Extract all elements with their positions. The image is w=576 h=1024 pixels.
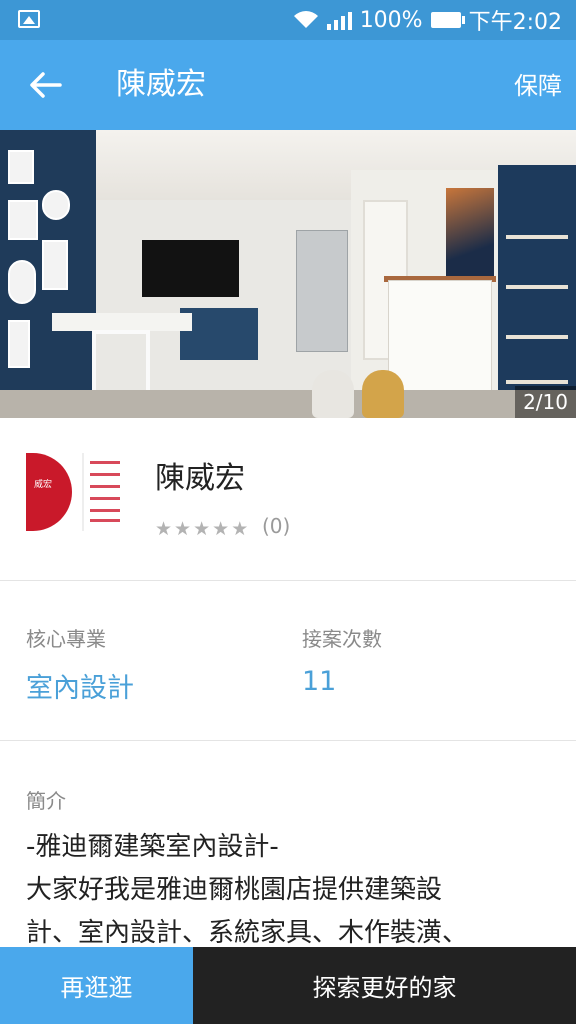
- television: [142, 240, 239, 297]
- business-card-back: [82, 453, 126, 531]
- guarantee-button[interactable]: 保障: [514, 70, 562, 102]
- wall-frame: [8, 260, 36, 304]
- wall-frame: [8, 150, 34, 184]
- refrigerator: [296, 230, 348, 352]
- intro-text: -雅迪爾建築室內設計- 大家好我是雅迪爾桃園店提供建築設 計、室內設計、系統家具…: [26, 832, 469, 948]
- dining-table: [52, 313, 192, 331]
- browse-more-button[interactable]: 再逛逛: [0, 947, 193, 1024]
- star-icon: ★: [174, 518, 192, 540]
- status-bar: 100% 下午2:02: [0, 0, 576, 40]
- portfolio-image[interactable]: 2/10: [0, 130, 576, 418]
- sideboard: [388, 280, 492, 400]
- battery-percent: 100%: [359, 7, 423, 33]
- wall-frame: [42, 240, 68, 290]
- rating-stars: ★ ★ ★ ★ ★: [155, 518, 248, 540]
- bookshelf: [498, 165, 576, 415]
- intro-label: 簡介: [26, 789, 66, 813]
- designer-name: 陳威宏: [155, 461, 245, 496]
- star-icon: ★: [231, 518, 249, 540]
- business-card-front: 威宏: [26, 453, 72, 531]
- star-icon: ★: [212, 518, 230, 540]
- wifi-icon: [293, 10, 319, 30]
- jobs-value: 11: [302, 666, 337, 697]
- painting: [446, 188, 494, 276]
- app-bar: 陳威宏 保障: [0, 40, 576, 130]
- avatar[interactable]: 威宏: [26, 453, 126, 531]
- star-icon: ★: [193, 518, 211, 540]
- explore-better-home-button[interactable]: 探索更好的家: [193, 947, 576, 1024]
- wall-frame: [8, 320, 30, 368]
- gallery-notification-icon: [18, 10, 40, 28]
- divider: [0, 740, 576, 741]
- wall-frame: [8, 200, 38, 240]
- back-arrow-icon[interactable]: [28, 70, 62, 100]
- signal-icon: [326, 10, 352, 30]
- floor: [0, 390, 576, 418]
- clock: 下午2:02: [468, 10, 562, 35]
- bottom-bar: 再逛逛 探索更好的家: [0, 947, 576, 1024]
- divider: [0, 580, 576, 581]
- star-icon: ★: [155, 518, 173, 540]
- image-counter: 2/10: [515, 386, 576, 418]
- stool: [362, 370, 404, 418]
- battery-icon: [430, 12, 465, 28]
- jobs-label: 接案次數: [302, 627, 382, 651]
- rating-count: (0): [262, 514, 291, 538]
- page-title: 陳威宏: [116, 67, 206, 102]
- wall-frame: [42, 190, 70, 220]
- stool: [312, 370, 354, 418]
- specialty-value: 室內設計: [26, 673, 134, 704]
- status-icons: 100% 下午2:02: [293, 0, 562, 40]
- specialty-label: 核心專業: [26, 627, 106, 651]
